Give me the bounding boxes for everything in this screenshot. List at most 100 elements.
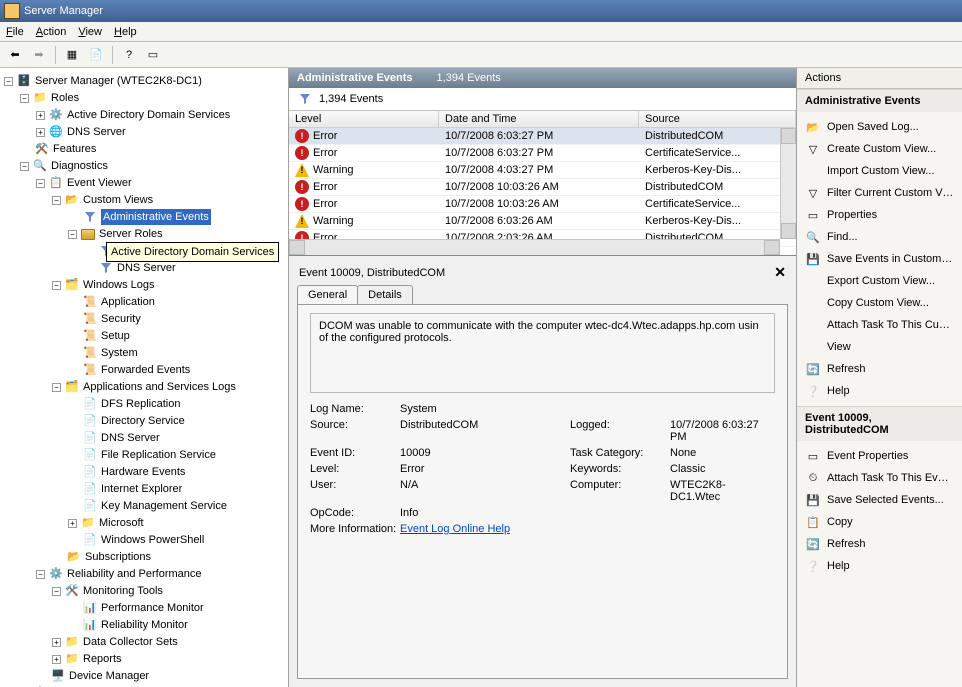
event-row[interactable]: !Error10/7/2008 10:03:26 AMDistributedCO…	[289, 179, 796, 196]
tree-item[interactable]: 📄Windows PowerShell	[68, 532, 288, 548]
menu-view[interactable]: View	[78, 26, 102, 38]
event-row[interactable]: !Warning10/7/2008 6:03:26 AMKerberos-Key…	[289, 213, 796, 230]
action-item[interactable]: Attach Task To This Custom	[797, 314, 962, 336]
vertical-scrollbar[interactable]	[780, 128, 796, 239]
panel-button[interactable]: ▭	[142, 44, 164, 66]
tree-event-viewer[interactable]: −📋Event Viewer	[36, 175, 288, 191]
expand-icon[interactable]: +	[36, 128, 45, 137]
action-item[interactable]: Export Custom View...	[797, 270, 962, 292]
tree-server-roles[interactable]: −Server Roles	[68, 226, 288, 242]
tree-item[interactable]: 📄DNS Server	[68, 430, 288, 446]
action-item[interactable]: ▭Properties	[797, 204, 962, 226]
action-item[interactable]: View	[797, 336, 962, 358]
collapse-icon[interactable]: −	[52, 587, 61, 596]
event-row[interactable]: !Error10/7/2008 10:03:26 AMCertificateSe…	[289, 196, 796, 213]
tree-diagnostics[interactable]: −🔍Diagnostics	[20, 158, 288, 174]
menu-file[interactable]: File	[6, 26, 24, 38]
action-item[interactable]: ❔Help	[797, 555, 962, 577]
collapse-icon[interactable]: −	[52, 383, 61, 392]
tree-item[interactable]: 📄Key Management Service	[68, 498, 288, 514]
action-item[interactable]: ❔Help	[797, 380, 962, 402]
expand-icon[interactable]: +	[52, 638, 61, 647]
tree-item[interactable]: +📁Data Collector Sets	[52, 634, 288, 650]
forward-button[interactable]: ➡	[28, 44, 50, 66]
tree-windows-logs[interactable]: −🗂️Windows Logs	[52, 277, 288, 293]
event-row[interactable]: !Error10/7/2008 6:03:27 PMDistributedCOM	[289, 128, 796, 145]
expand-icon[interactable]: +	[36, 111, 45, 120]
tree-item[interactable]: 📊Reliability Monitor	[68, 617, 288, 633]
action-item[interactable]: ▭Event Properties	[797, 445, 962, 467]
tree-item[interactable]: +⚙️Active Directory Domain Services	[36, 107, 288, 123]
tree-item[interactable]: 📄DFS Replication	[68, 396, 288, 412]
event-log-help-link[interactable]: Event Log Online Help	[400, 523, 510, 535]
action-item[interactable]: 📂Open Saved Log...	[797, 116, 962, 138]
action-item[interactable]: ▽Filter Current Custom View...	[797, 182, 962, 204]
tree-device-mgr[interactable]: 🖥️Device Manager	[36, 668, 288, 684]
col-level[interactable]: Level	[289, 111, 439, 127]
close-detail-button[interactable]: ✕	[774, 264, 786, 281]
expand-icon[interactable]: +	[52, 655, 61, 664]
event-row[interactable]: !Warning10/7/2008 4:03:27 PMKerberos-Key…	[289, 162, 796, 179]
tree-subscriptions[interactable]: 📂Subscriptions	[52, 549, 288, 565]
tree-item[interactable]: 📊Performance Monitor	[68, 600, 288, 616]
action-item[interactable]: Import Custom View...	[797, 160, 962, 182]
col-date[interactable]: Date and Time	[439, 111, 639, 127]
tree-item[interactable]: 📜Security	[68, 311, 288, 327]
horizontal-scrollbar[interactable]	[289, 239, 780, 255]
tree-features[interactable]: ⚒️Features	[20, 141, 288, 157]
action-item[interactable]: ⏲Attach Task To This Event...	[797, 467, 962, 489]
tree-apps-logs[interactable]: −🗂️Applications and Services Logs	[52, 379, 288, 395]
action-item[interactable]: 💾Save Selected Events...	[797, 489, 962, 511]
tab-details[interactable]: Details	[357, 285, 413, 304]
scroll-down-icon[interactable]	[781, 223, 796, 239]
tree-custom-views[interactable]: −📂Custom Views	[52, 192, 288, 208]
back-button[interactable]: ⬅	[4, 44, 26, 66]
tree-item[interactable]: 📜Forwarded Events	[68, 362, 288, 378]
tab-general[interactable]: General	[297, 285, 358, 304]
help-button[interactable]: ?	[118, 44, 140, 66]
tree-item[interactable]: 📄Internet Explorer	[68, 481, 288, 497]
action-item[interactable]: 📋Copy	[797, 511, 962, 533]
navigation-tree[interactable]: −🗄️Server Manager (WTEC2K8-DC1) −📁Roles …	[0, 68, 289, 687]
tree-rel-perf[interactable]: −⚙️Reliability and Performance	[36, 566, 288, 582]
events-list[interactable]: Level Date and Time Source !Error10/7/20…	[289, 111, 796, 256]
col-source[interactable]: Source	[639, 111, 796, 127]
tree-item[interactable]: 📜System	[68, 345, 288, 361]
tree-admin-events[interactable]: Administrative Events	[68, 209, 288, 225]
collapse-icon[interactable]: −	[4, 77, 13, 86]
tree-item[interactable]: +📁Reports	[52, 651, 288, 667]
properties-button[interactable]: 📄	[85, 44, 107, 66]
scroll-up-icon[interactable]	[781, 128, 796, 144]
tree-roles[interactable]: −📁Roles	[20, 90, 288, 106]
scroll-left-icon[interactable]	[289, 240, 305, 255]
expand-icon[interactable]: +	[68, 519, 77, 528]
scroll-right-icon[interactable]	[764, 240, 780, 255]
tree-microsoft[interactable]: +📁Microsoft	[68, 515, 288, 531]
tree-item[interactable]: 📄Directory Service	[68, 413, 288, 429]
collapse-icon[interactable]: −	[20, 162, 29, 171]
action-item[interactable]: Copy Custom View...	[797, 292, 962, 314]
collapse-icon[interactable]: −	[20, 94, 29, 103]
action-item[interactable]: ▽Create Custom View...	[797, 138, 962, 160]
collapse-icon[interactable]: −	[52, 281, 61, 290]
event-row[interactable]: !Error10/7/2008 6:03:27 PMCertificateSer…	[289, 145, 796, 162]
action-item[interactable]: 🔍Find...	[797, 226, 962, 248]
collapse-icon[interactable]: −	[36, 179, 45, 188]
tree-root[interactable]: −🗄️Server Manager (WTEC2K8-DC1)	[4, 73, 288, 89]
tree-monitoring-tools[interactable]: −🛠️Monitoring Tools	[52, 583, 288, 599]
action-item[interactable]: 💾Save Events in Custom View	[797, 248, 962, 270]
menu-help[interactable]: Help	[114, 26, 137, 38]
tree-item[interactable]: +🌐DNS Server	[36, 124, 288, 140]
tree-item[interactable]: 📜Setup	[68, 328, 288, 344]
collapse-icon[interactable]: −	[52, 196, 61, 205]
tree-item[interactable]: 📄Hardware Events	[68, 464, 288, 480]
tree-item[interactable]: DNS Server	[84, 260, 288, 276]
collapse-icon[interactable]: −	[36, 570, 45, 579]
tree-item[interactable]: 📜Application	[68, 294, 288, 310]
action-item[interactable]: 🔄Refresh	[797, 358, 962, 380]
menu-action[interactable]: Action	[36, 26, 67, 38]
action-item[interactable]: 🔄Refresh	[797, 533, 962, 555]
show-hide-tree-button[interactable]: ▦	[61, 44, 83, 66]
collapse-icon[interactable]: −	[68, 230, 77, 239]
tree-item[interactable]: 📄File Replication Service	[68, 447, 288, 463]
